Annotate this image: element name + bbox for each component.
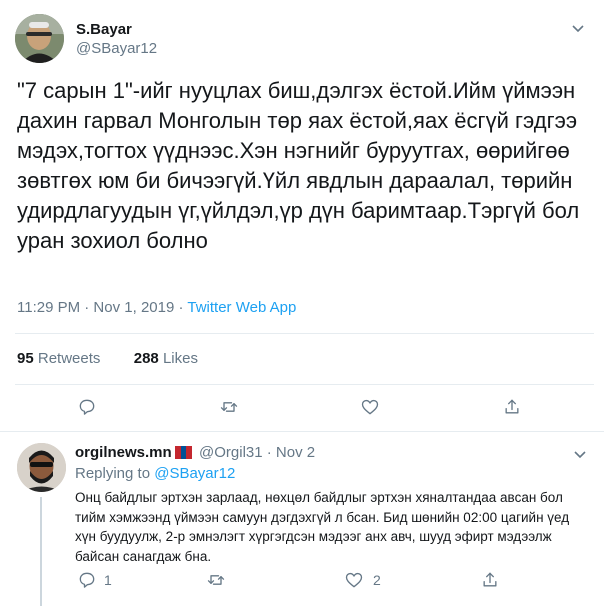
replying-to: Replying to @SBayar12 xyxy=(75,465,235,482)
source-app-link[interactable]: Twitter Web App xyxy=(187,299,296,316)
retweets-stat[interactable]: 95 Retweets xyxy=(17,350,100,367)
reply-avatar[interactable] xyxy=(17,443,66,492)
like-icon xyxy=(345,572,363,588)
reply-like-button[interactable] xyxy=(339,565,369,595)
retweet-icon xyxy=(207,575,225,585)
thread-line xyxy=(40,497,42,606)
like-icon xyxy=(361,399,379,415)
replying-to-label: Replying to xyxy=(75,465,155,482)
likes-stat[interactable]: 288 Likes xyxy=(134,350,198,367)
author-display-name[interactable]: S.Bayar xyxy=(76,21,132,38)
retweets-label: Retweets xyxy=(37,350,101,367)
reply-share-button[interactable] xyxy=(475,565,505,595)
author-handle[interactable]: @SBayar12 xyxy=(76,40,157,57)
reply-icon xyxy=(79,399,95,415)
reply-retweet-button[interactable] xyxy=(201,565,231,595)
like-count: 2 xyxy=(373,572,381,588)
likes-count: 288 xyxy=(133,350,159,367)
tweet-timestamp[interactable]: 11:29 PM · Nov 1, 2019 · xyxy=(17,299,187,316)
replying-to-mention[interactable]: @SBayar12 xyxy=(154,465,235,482)
retweet-icon xyxy=(220,402,238,412)
reply-button[interactable] xyxy=(72,392,102,422)
tweet-meta: 11:29 PM · Nov 1, 2019 · Twitter Web App xyxy=(17,299,296,316)
share-icon xyxy=(505,399,519,414)
likes-label: Likes xyxy=(162,350,198,367)
retweet-button[interactable] xyxy=(214,392,244,422)
reply-icon xyxy=(79,572,95,588)
tweet-stats: 95 Retweets 288 Likes xyxy=(17,350,198,367)
reply-reply-button[interactable] xyxy=(72,565,102,595)
share-button[interactable] xyxy=(497,392,527,422)
share-icon xyxy=(483,572,497,587)
tweet-text: "7 сарын 1"-ийг нууцлах биш,дэлгэх ёстой… xyxy=(17,78,580,253)
flag-mongolia-icon xyxy=(175,446,193,459)
reply-count: 1 xyxy=(104,572,112,588)
reply-author-display-name[interactable]: orgilnews.mn xyxy=(75,444,172,461)
like-button[interactable] xyxy=(355,392,385,422)
avatar[interactable] xyxy=(15,14,64,63)
reply-author-handle[interactable]: @Orgil31 · Nov 2 xyxy=(199,444,315,461)
divider xyxy=(0,431,604,432)
divider xyxy=(15,384,594,385)
reply-text: Онц байдлыг эртхэн зарлаад, нөхцөл байдл… xyxy=(75,490,570,564)
retweets-count: 95 xyxy=(17,350,34,367)
chevron-down-icon[interactable] xyxy=(570,20,586,36)
divider xyxy=(15,333,594,334)
chevron-down-icon[interactable] xyxy=(572,446,588,462)
